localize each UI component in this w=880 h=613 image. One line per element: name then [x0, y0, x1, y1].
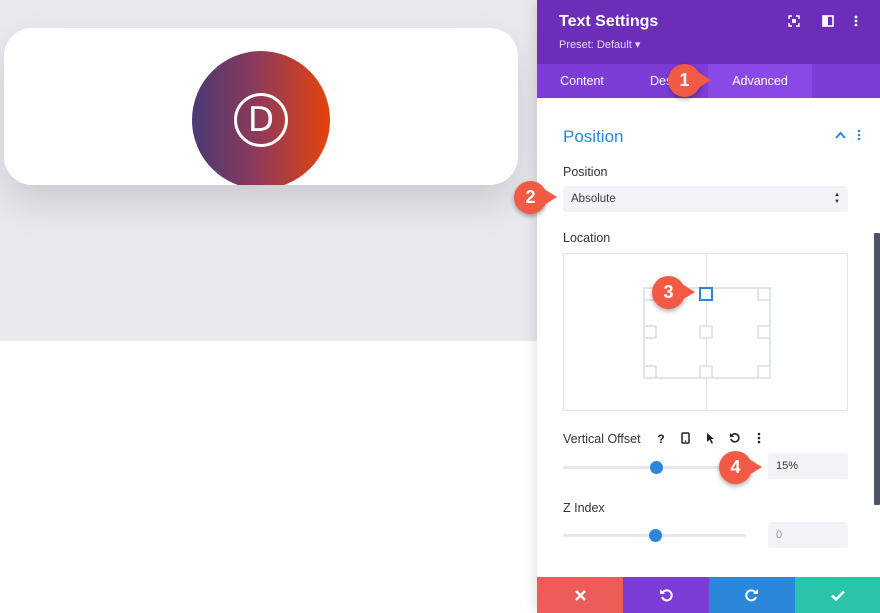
- vertical-offset-slider-handle[interactable]: [649, 461, 663, 474]
- tab-advanced[interactable]: Advanced: [708, 64, 812, 98]
- callout-1: 1: [668, 64, 711, 97]
- undo-button[interactable]: [623, 577, 709, 613]
- location-top-center[interactable]: [699, 287, 713, 301]
- panel-body: Position Position Absolute ▲ ▼ Location V…: [537, 98, 880, 577]
- builder-canvas-lower: [0, 341, 537, 613]
- location-bottom-left[interactable]: [643, 365, 657, 379]
- location-bottom-center[interactable]: [699, 365, 713, 379]
- logo-letter: D: [247, 100, 275, 140]
- preview-card[interactable]: D: [4, 28, 518, 185]
- location-center-left[interactable]: [643, 325, 657, 339]
- z-index-input[interactable]: 0: [768, 522, 848, 548]
- position-select[interactable]: Absolute ▲ ▼: [563, 186, 848, 212]
- logo-circle: D: [192, 51, 330, 185]
- location-bottom-right[interactable]: [757, 365, 771, 379]
- more-icon[interactable]: [849, 15, 863, 29]
- position-label: Position: [563, 165, 608, 179]
- cancel-button[interactable]: [537, 577, 623, 613]
- chevron-up-icon[interactable]: [835, 130, 847, 142]
- select-caret-icon: ▲ ▼: [834, 192, 840, 205]
- split-view-icon[interactable]: [821, 15, 835, 29]
- tab-content[interactable]: Content: [537, 64, 627, 98]
- panel-header: Text Settings Preset: Default ▾: [537, 0, 880, 64]
- redo-button[interactable]: [709, 577, 795, 613]
- location-top-right[interactable]: [757, 287, 771, 301]
- vertical-offset-label: Vertical Offset: [563, 432, 641, 446]
- location-label: Location: [563, 231, 611, 245]
- z-index-slider-handle[interactable]: [648, 529, 662, 542]
- close-icon: [574, 589, 586, 601]
- responsive-icon[interactable]: [678, 432, 692, 446]
- location-center[interactable]: [699, 325, 713, 339]
- undo-icon: [660, 589, 673, 602]
- save-button[interactable]: [795, 577, 880, 613]
- position-select-value: Absolute: [571, 193, 616, 205]
- help-icon[interactable]: ?: [654, 432, 668, 446]
- options-icon[interactable]: [752, 432, 766, 446]
- expand-icon[interactable]: [787, 15, 801, 29]
- panel-footer: [537, 577, 880, 613]
- section-more-icon[interactable]: [857, 129, 861, 144]
- redo-icon: [745, 589, 758, 602]
- callout-3: 3: [652, 276, 695, 309]
- panel-scrollbar[interactable]: [874, 233, 880, 505]
- location-center-right[interactable]: [757, 325, 771, 339]
- settings-panel: Text Settings Preset: Default ▾ Content …: [537, 0, 880, 613]
- hover-icon[interactable]: [703, 432, 717, 446]
- callout-2: 2: [514, 181, 557, 214]
- vertical-offset-input[interactable]: 15%: [768, 453, 848, 479]
- reset-icon[interactable]: [728, 432, 742, 446]
- divi-logo-icon: D: [234, 93, 288, 147]
- callout-4: 4: [719, 451, 762, 484]
- section-title[interactable]: Position: [563, 127, 623, 147]
- check-icon: [830, 590, 845, 601]
- location-picker[interactable]: [563, 253, 848, 411]
- preset-dropdown[interactable]: Preset: Default ▾: [559, 38, 640, 51]
- z-index-label: Z Index: [563, 501, 605, 515]
- panel-title: Text Settings: [559, 13, 659, 30]
